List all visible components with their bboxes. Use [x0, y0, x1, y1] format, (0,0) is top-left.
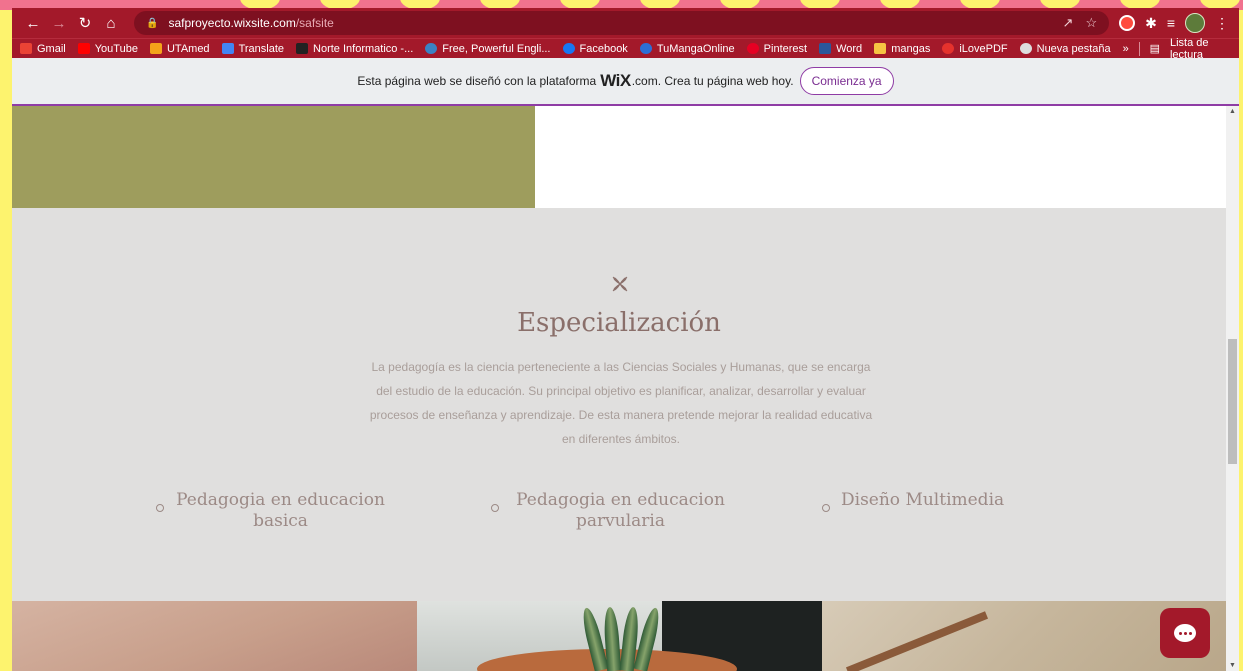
home-icon[interactable]: ⌂	[100, 12, 122, 34]
wix-logo: WiX	[600, 71, 631, 90]
start-now-button[interactable]: Comienza ya	[799, 67, 894, 95]
youtube-icon	[77, 43, 90, 54]
bullet-icon	[156, 504, 164, 512]
reload-icon[interactable]: ↻	[74, 12, 96, 34]
page-content: Especialización La pedagogía es la cienc…	[12, 106, 1226, 671]
browser-window: ← → ↻ ⌂ 🔒 safproyecto.wixsite.com/safsit…	[12, 8, 1239, 671]
gallery-image-2	[417, 601, 822, 671]
translate-icon	[221, 43, 234, 54]
url-path: /safsite	[295, 16, 334, 30]
list-item: Pedagogia en educacion basica	[156, 490, 386, 532]
list-item: Diseño Multimedia	[822, 490, 1052, 512]
bookmark-free-english[interactable]: Free, Powerful Engli...	[425, 43, 551, 55]
list-item-label: Pedagogia en educacion basica	[176, 490, 385, 531]
star-icon[interactable]: ☆	[1085, 15, 1097, 31]
extension-icon[interactable]	[1119, 15, 1136, 31]
globe-icon	[425, 43, 438, 54]
list-item-label: Pedagogia en educacion parvularia	[516, 490, 725, 531]
wix-banner: Esta página web se diseñó con la platafo…	[12, 58, 1239, 106]
bookmark-word[interactable]: Word	[819, 43, 862, 55]
image-gallery	[12, 601, 1226, 671]
profile-avatar[interactable]	[1185, 13, 1205, 33]
specialization-section: Especialización La pedagogía es la cienc…	[12, 208, 1226, 601]
media-queue-icon[interactable]: ≡	[1167, 15, 1175, 31]
reading-list-icon: ▤	[1149, 43, 1160, 55]
lock-icon: 🔒	[146, 17, 159, 29]
share-icon[interactable]: ↗	[1063, 15, 1074, 31]
chat-icon	[1174, 624, 1196, 642]
forward-icon[interactable]: →	[48, 12, 70, 34]
flower-icon	[612, 276, 628, 292]
list-item: Pedagogia en educacion parvularia	[491, 490, 731, 532]
menu-icon[interactable]: ⋮	[1215, 15, 1229, 32]
bookmark-tumangaonline[interactable]: TuMangaOnline	[639, 43, 735, 55]
page-scrollbar[interactable]: ▲ ▼	[1226, 106, 1239, 671]
bookmark-youtube[interactable]: YouTube	[77, 43, 138, 55]
bookmark-pinterest[interactable]: Pinterest	[746, 43, 807, 55]
section-description: La pedagogía es la ciencia perteneciente…	[369, 360, 873, 446]
folder-icon	[874, 43, 887, 54]
top-strip	[12, 106, 1226, 208]
bookmarks-bar: Gmail YouTube UTAmed Translate Norte Inf…	[12, 37, 1239, 61]
gallery-image-1	[12, 601, 417, 671]
reading-list-button[interactable]: Lista de lectura	[1170, 37, 1231, 61]
scroll-up-icon[interactable]: ▲	[1226, 108, 1239, 115]
facebook-icon	[562, 43, 575, 54]
scrollbar-thumb[interactable]	[1228, 339, 1237, 464]
wix-banner-text: Esta página web se diseñó con la platafo…	[357, 74, 597, 88]
url-host: safproyecto.wixsite.com	[168, 16, 296, 30]
white-block	[535, 106, 1226, 208]
bookmark-nueva-pestana[interactable]: Nueva pestaña	[1019, 43, 1111, 55]
wix-banner-text-after: .com. Crea tu página web hoy.	[631, 74, 794, 88]
chrome-icon	[1019, 43, 1032, 54]
address-bar[interactable]: 🔒 safproyecto.wixsite.com/safsite ↗ ☆	[134, 11, 1110, 35]
section-title: Especialización	[517, 308, 721, 338]
gmail-icon	[20, 43, 32, 54]
puzzle-icon[interactable]: ✱	[1145, 15, 1157, 32]
bookmark-facebook[interactable]: Facebook	[562, 43, 628, 55]
bookmark-norte-informatico[interactable]: Norte Informatico -...	[296, 43, 413, 55]
url-bar: ← → ↻ ⌂ 🔒 safproyecto.wixsite.com/safsit…	[12, 8, 1239, 38]
bookmark-mangas[interactable]: mangas	[874, 43, 930, 55]
bookmarks-separator	[1138, 41, 1140, 56]
bullet-icon	[822, 504, 830, 512]
tumangaonline-icon	[639, 43, 652, 54]
bookmark-gmail[interactable]: Gmail	[20, 43, 66, 55]
list-item-label: Diseño Multimedia	[841, 490, 1005, 510]
scroll-down-icon[interactable]: ▼	[1226, 662, 1239, 669]
pinterest-icon	[746, 43, 759, 54]
bookmark-translate[interactable]: Translate	[221, 43, 284, 55]
bookmark-ilovepdf[interactable]: iLovePDF	[942, 43, 1008, 55]
back-icon[interactable]: ←	[22, 12, 44, 34]
chat-button[interactable]	[1160, 608, 1210, 658]
heart-icon	[942, 43, 955, 54]
utamed-icon	[149, 43, 162, 54]
norte-informatico-icon	[296, 43, 309, 54]
bullet-icon	[491, 504, 499, 512]
more-bookmarks-button[interactable]: »	[1123, 43, 1129, 55]
bookmark-utamed[interactable]: UTAmed	[149, 43, 210, 55]
olive-block	[12, 106, 535, 208]
word-icon	[819, 43, 832, 54]
